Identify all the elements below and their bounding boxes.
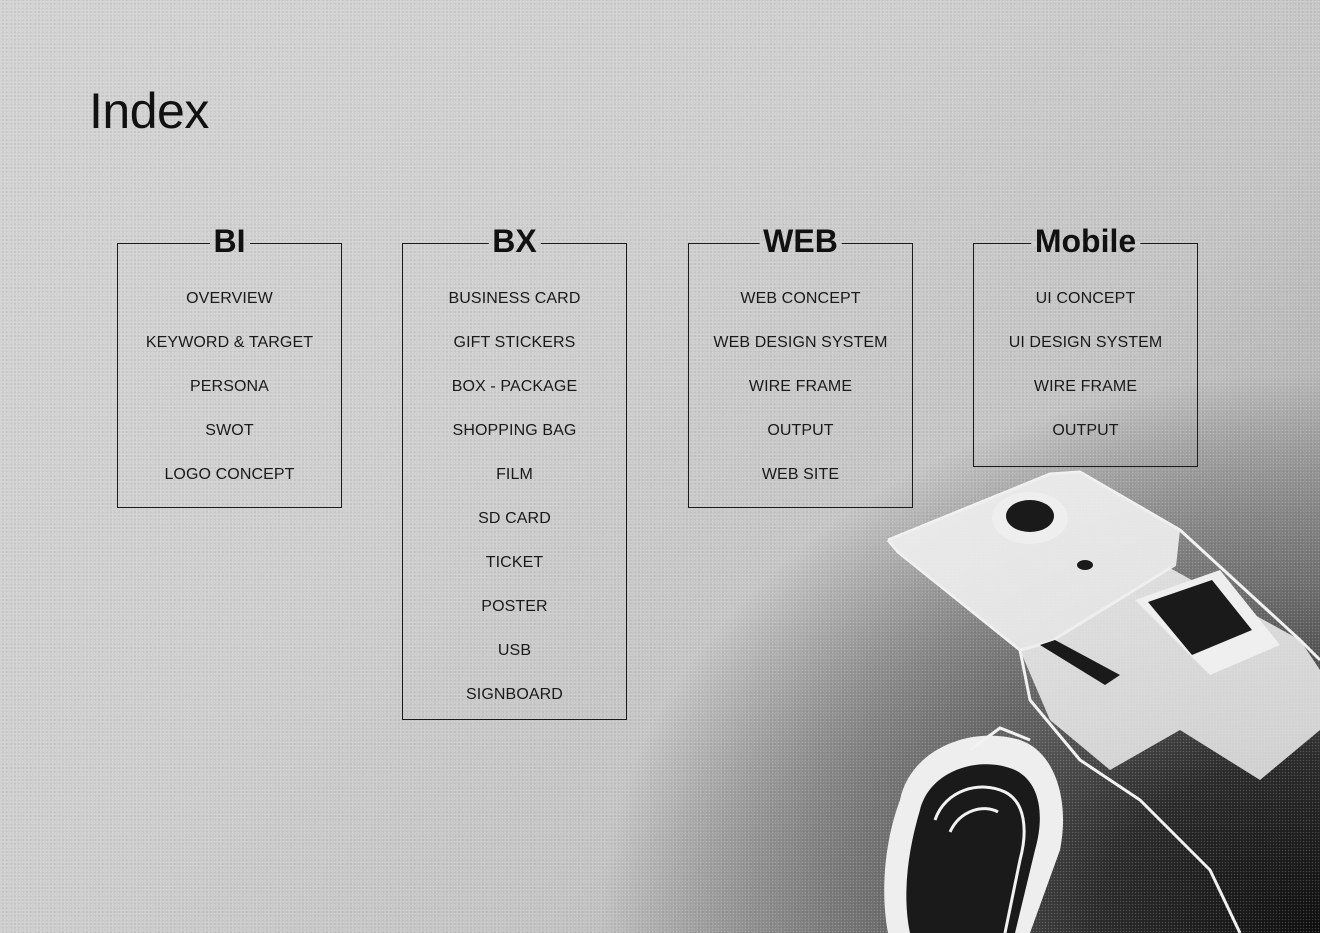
list-item[interactable]: TICKET bbox=[403, 553, 626, 597]
list-item[interactable]: WEB DESIGN SYSTEM bbox=[689, 333, 912, 377]
camera-illustration bbox=[884, 470, 1320, 933]
section-list-mobile: UI CONCEPT UI DESIGN SYSTEM WIRE FRAME O… bbox=[974, 244, 1197, 465]
section-title-bx: BX bbox=[488, 224, 542, 258]
list-item[interactable]: OUTPUT bbox=[974, 421, 1197, 465]
list-item[interactable]: PERSONA bbox=[118, 377, 341, 421]
list-item[interactable]: WEB SITE bbox=[689, 465, 912, 509]
section-title-mobile: Mobile bbox=[1030, 224, 1141, 258]
list-item[interactable]: UI DESIGN SYSTEM bbox=[974, 333, 1197, 377]
list-item[interactable]: GIFT STICKERS bbox=[403, 333, 626, 377]
list-item[interactable]: BUSINESS CARD bbox=[403, 289, 626, 333]
list-item[interactable]: POSTER bbox=[403, 597, 626, 641]
list-item[interactable]: LOGO CONCEPT bbox=[118, 465, 341, 509]
list-item[interactable]: SHOPPING BAG bbox=[403, 421, 626, 465]
list-item[interactable]: KEYWORD & TARGET bbox=[118, 333, 341, 377]
list-item[interactable]: SIGNBOARD bbox=[403, 685, 626, 729]
section-title-bi: BI bbox=[209, 224, 250, 258]
section-list-web: WEB CONCEPT WEB DESIGN SYSTEM WIRE FRAME… bbox=[689, 244, 912, 509]
section-list-bi: OVERVIEW KEYWORD & TARGET PERSONA SWOT L… bbox=[118, 244, 341, 509]
list-item[interactable]: FILM bbox=[403, 465, 626, 509]
section-bi: BI OVERVIEW KEYWORD & TARGET PERSONA SWO… bbox=[117, 224, 342, 509]
list-item[interactable]: USB bbox=[403, 641, 626, 685]
section-list-bx: BUSINESS CARD GIFT STICKERS BOX - PACKAG… bbox=[403, 244, 626, 729]
list-item[interactable]: BOX - PACKAGE bbox=[403, 377, 626, 421]
list-item[interactable]: WEB CONCEPT bbox=[689, 289, 912, 333]
section-title-web: WEB bbox=[759, 224, 842, 258]
page-title: Index bbox=[89, 83, 209, 139]
list-item[interactable]: OVERVIEW bbox=[118, 289, 341, 333]
list-item[interactable]: WIRE FRAME bbox=[689, 377, 912, 421]
list-item[interactable]: OUTPUT bbox=[689, 421, 912, 465]
section-mobile: Mobile UI CONCEPT UI DESIGN SYSTEM WIRE … bbox=[973, 224, 1198, 467]
list-item[interactable]: SWOT bbox=[118, 421, 341, 465]
list-item[interactable]: UI CONCEPT bbox=[974, 289, 1197, 333]
list-item[interactable]: WIRE FRAME bbox=[974, 377, 1197, 421]
list-item[interactable]: SD CARD bbox=[403, 509, 626, 553]
section-web: WEB WEB CONCEPT WEB DESIGN SYSTEM WIRE F… bbox=[688, 224, 913, 509]
section-bx: BX BUSINESS CARD GIFT STICKERS BOX - PAC… bbox=[402, 224, 627, 720]
